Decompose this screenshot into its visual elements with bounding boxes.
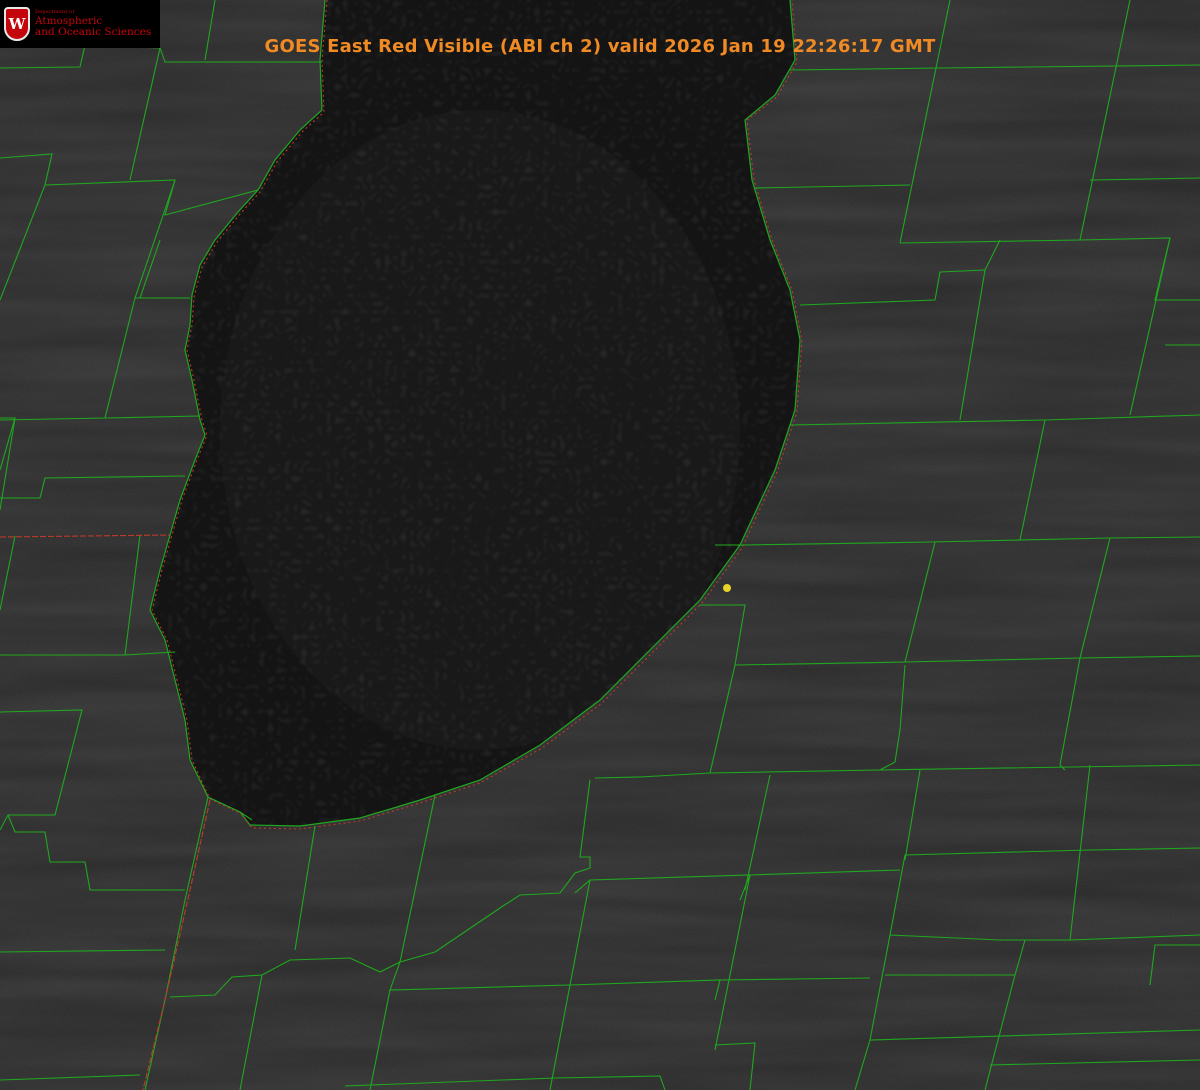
image-title: GOES East Red Visible (ABI ch 2) valid 2… [264,36,936,57]
logo-line-1: Atmospheric [35,14,103,27]
satellite-map [0,0,1200,1090]
logo-letter: W [8,15,26,33]
location-dot-icon[interactable] [723,584,731,592]
logo-text: Department of Atmospheric and Oceanic Sc… [35,10,151,38]
